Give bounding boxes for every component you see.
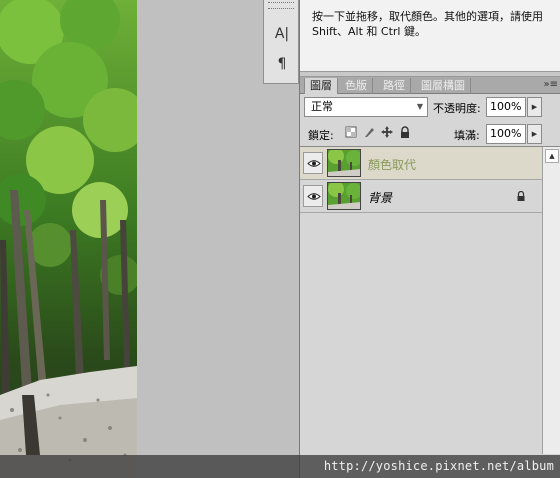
info-panel-text: 按一下並拖移，取代顏色。其他的選項，請使用 Shift、Alt 和 Ctrl 鍵… bbox=[312, 10, 543, 38]
lock-position-icon[interactable] bbox=[381, 126, 393, 138]
watermark-bar: http://yoshice.pixnet.net/album bbox=[0, 455, 560, 478]
fill-input[interactable]: 100% bbox=[486, 124, 526, 144]
paragraph-panel-icon[interactable]: ¶ bbox=[272, 54, 292, 74]
panel-menu-icon[interactable]: »≡ bbox=[544, 79, 559, 91]
layer-name[interactable]: 顏色取代 bbox=[368, 156, 416, 173]
lock-image-pixels-icon[interactable] bbox=[363, 126, 375, 138]
dock-grip[interactable] bbox=[268, 2, 294, 4]
tab-paths[interactable]: 路徑 bbox=[378, 78, 411, 94]
layers-panel-tabs: 圖層 色版 路徑 圖層構圖 »≡ bbox=[300, 77, 560, 94]
tab-channels[interactable]: 色版 bbox=[340, 78, 373, 94]
panels-column: 按一下並拖移，取代顏色。其他的選項，請使用 Shift、Alt 和 Ctrl 鍵… bbox=[299, 0, 560, 478]
layer-thumbnail bbox=[327, 149, 361, 177]
scroll-up-arrow-icon[interactable]: ▲ bbox=[545, 149, 559, 163]
blend-mode-select[interactable]: 正常 ▼ bbox=[304, 97, 428, 117]
visibility-toggle[interactable] bbox=[303, 152, 323, 174]
layer-name[interactable]: 背景 bbox=[368, 189, 392, 206]
layer-row-hue-replace[interactable]: 顏色取代 bbox=[300, 147, 542, 180]
dock-grip-secondary[interactable] bbox=[268, 8, 294, 10]
opacity-input[interactable]: 100% bbox=[486, 97, 526, 117]
layer-row-background[interactable]: 背景 bbox=[300, 180, 542, 213]
tab-layers[interactable]: 圖層 bbox=[304, 78, 338, 94]
lock-transparent-pixels-icon[interactable] bbox=[345, 126, 357, 138]
character-panel-icon[interactable]: A| bbox=[272, 24, 292, 44]
chevron-down-icon: ▼ bbox=[416, 102, 423, 111]
opacity-slider-arrow-icon[interactable]: ▶ bbox=[527, 97, 542, 117]
lock-icon bbox=[517, 191, 525, 201]
lock-label: 鎖定: bbox=[308, 129, 334, 142]
document-canvas-image[interactable] bbox=[0, 0, 137, 478]
tab-layer-comps[interactable]: 圖層構圖 bbox=[416, 78, 471, 94]
fill-slider-arrow-icon[interactable]: ▶ bbox=[527, 124, 542, 144]
layers-list: 顏色取代 背景 bbox=[300, 146, 542, 454]
lock-all-icon[interactable] bbox=[399, 126, 411, 138]
layer-thumbnail bbox=[327, 182, 361, 210]
layers-scrollbar[interactable]: ▲ bbox=[542, 146, 560, 454]
panel-dock-strip: A| ¶ bbox=[263, 0, 299, 84]
watermark-url: http://yoshice.pixnet.net/album bbox=[323, 459, 554, 473]
eye-icon bbox=[307, 160, 321, 167]
blend-mode-value: 正常 bbox=[311, 100, 333, 113]
info-panel: 按一下並拖移，取代顏色。其他的選項，請使用 Shift、Alt 和 Ctrl 鍵… bbox=[300, 0, 560, 72]
fill-label: 填滿: bbox=[454, 129, 480, 142]
opacity-label: 不透明度: bbox=[433, 102, 481, 115]
eye-icon bbox=[307, 193, 321, 200]
visibility-toggle[interactable] bbox=[303, 185, 323, 207]
